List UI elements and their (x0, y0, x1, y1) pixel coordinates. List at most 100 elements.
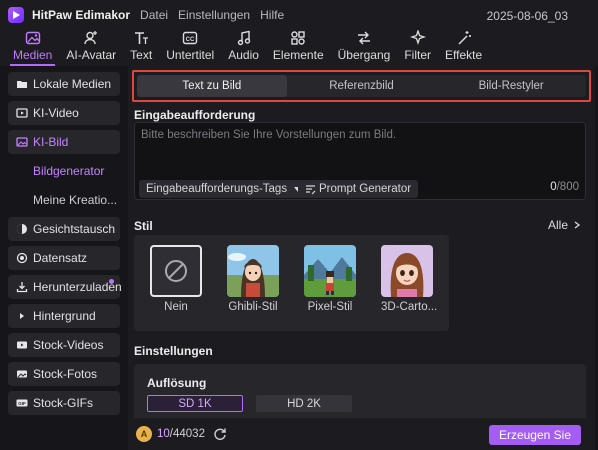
style-option-3d-cartoon[interactable]: 3D-Carto... (381, 245, 438, 313)
sidebar-item-label: KI-Bild (33, 135, 69, 149)
sidebar-item-stock-videos[interactable]: Stock-Videos (8, 333, 120, 357)
video-icon (16, 107, 28, 119)
sidebar-item-label: Stock-GIFs (33, 396, 94, 410)
tab-ai-avatar[interactable]: AI-Avatar (59, 30, 123, 66)
refresh-icon[interactable] (213, 427, 227, 441)
style-options: Nein Ghibli-Stil Pixel-Stil 3D-Carto... (134, 235, 449, 331)
sidebar-item-stock-fotos[interactable]: Stock-Fotos (8, 362, 120, 386)
tab-effekte[interactable]: Effekte (438, 30, 489, 66)
sidebar: Lokale Medien KI-Video KI-Bild Bildgener… (0, 66, 126, 450)
generate-button[interactable]: Erzeugen Sie (488, 425, 581, 445)
tab-medien[interactable]: Medien (6, 30, 59, 66)
elements-icon (291, 31, 305, 45)
tab-bild-restyler[interactable]: Bild-Restyler (436, 75, 586, 97)
title-bar: HitPaw Edimakor Datei Einstellungen Hilf… (0, 0, 598, 30)
style-label: Ghibli-Stil (228, 301, 278, 313)
tab-elemente[interactable]: Elemente (266, 30, 331, 66)
prompt-tags-dropdown[interactable]: Eingabeaufforderungs-Tags (139, 180, 311, 198)
show-all-styles-link[interactable]: Alle (548, 218, 581, 232)
resolution-hd-2k-button[interactable]: HD 2K (256, 395, 352, 412)
tool-label: Audio (228, 48, 259, 62)
tab-filter[interactable]: Filter (397, 30, 438, 66)
tab-text-zu-bild[interactable]: Text zu Bild (137, 75, 287, 97)
tab-audio[interactable]: Audio (221, 30, 266, 66)
no-entry-icon (165, 260, 187, 282)
tool-label: Medien (13, 48, 53, 62)
tab-referenzbild[interactable]: Referenzbild (287, 75, 437, 97)
tab-uebergang[interactable]: Übergang (331, 30, 398, 66)
sidebar-item-gesichtstausch[interactable]: Gesichtstausch (8, 217, 120, 241)
character-max: /800 (556, 181, 579, 193)
resolution-sd-1k-button[interactable]: SD 1K (147, 395, 243, 412)
mode-tabs-highlight: Text zu Bild Referenzbild Bild-Restyler (132, 70, 591, 102)
tab-untertitel[interactable]: CC Untertitel (159, 30, 221, 66)
stock-photo-icon (16, 368, 28, 380)
ghibli-style-thumbnail (227, 245, 279, 297)
style-label: 3D-Carto... (381, 301, 438, 313)
prompt-heading: Eingabeaufforderung (134, 108, 256, 122)
style-label: Nein (164, 301, 188, 313)
image-generator-panel: Text zu Bild Referenzbild Bild-Restyler … (128, 66, 595, 450)
menu-hilfe[interactable]: Hilfe (260, 8, 284, 22)
stock-video-icon (16, 339, 28, 351)
download-icon (16, 281, 28, 293)
app-title: HitPaw Edimakor (32, 8, 131, 22)
image-icon (16, 136, 28, 148)
subtitle-icon: CC (183, 31, 198, 45)
sidebar-item-ki-bild[interactable]: KI-Bild (8, 130, 120, 154)
credits-counter: 10/44032 (157, 428, 205, 440)
style-option-ghibli[interactable]: Ghibli-Stil (227, 245, 279, 313)
folder-icon (16, 78, 28, 90)
gif-icon: GIF (16, 397, 28, 409)
coin-icon: A (136, 426, 152, 442)
svg-text:GIF: GIF (18, 401, 26, 406)
character-counter: 0/800 (550, 181, 579, 193)
tab-text[interactable]: Text (123, 30, 159, 66)
settings-heading: Einstellungen (134, 344, 213, 358)
sidebar-item-meine-kreationen[interactable]: Meine Kreatio... (8, 188, 120, 212)
all-label: Alle (547, 218, 568, 232)
sidebar-item-label: Gesichtstausch (33, 222, 116, 236)
prompt-generator-label: Prompt Generator (319, 183, 412, 195)
sidebar-item-label: KI-Video (33, 106, 79, 120)
app-logo-icon (8, 7, 24, 23)
transition-icon (357, 31, 370, 45)
tool-label: Effekte (445, 48, 483, 62)
sidebar-item-hintergrund[interactable]: Hintergrund (8, 304, 120, 328)
style-option-pixel[interactable]: Pixel-Stil (304, 245, 356, 313)
caret-right-icon (16, 310, 28, 322)
style-label: Pixel-Stil (307, 301, 353, 313)
sidebar-item-ki-video[interactable]: KI-Video (8, 101, 120, 125)
sidebar-item-label: Hintergrund (33, 309, 96, 323)
menu-datei[interactable]: Datei (140, 8, 168, 22)
notification-badge (109, 279, 114, 284)
media-icon (25, 31, 40, 45)
tool-label: Übergang (337, 48, 391, 62)
sidebar-item-label: Datensatz (33, 251, 88, 265)
prompt-generator-button[interactable]: Prompt Generator (298, 180, 419, 198)
main-toolbar: Medien AI-Avatar Text CC Untertitel Audi… (0, 30, 598, 66)
tool-label: AI-Avatar (66, 48, 117, 62)
sidebar-item-bildgenerator[interactable]: Bildgenerator (8, 159, 120, 183)
sidebar-item-lokale-medien[interactable]: Lokale Medien (8, 72, 120, 96)
sidebar-item-label: Lokale Medien (33, 77, 112, 91)
avatar-icon (84, 31, 98, 45)
sidebar-item-stock-gifs[interactable]: GIF Stock-GIFs (8, 391, 120, 415)
style-heading: Stil (134, 219, 153, 233)
audio-icon (237, 30, 250, 46)
dataset-icon (16, 252, 28, 264)
tool-label: Filter (404, 48, 432, 62)
face-swap-icon (16, 223, 28, 235)
bottom-bar: A 10/44032 Erzeugen Sie (128, 418, 595, 450)
menu-einstellungen[interactable]: Einstellungen (178, 8, 250, 22)
sidebar-item-herunterzuladen[interactable]: Herunterzuladen (8, 275, 122, 299)
text-icon (135, 32, 149, 44)
style-option-none[interactable]: Nein (150, 245, 202, 313)
credits-total: /44032 (169, 428, 205, 440)
prompt-textarea[interactable]: Bitte beschreiben Sie Ihre Vorstellungen… (134, 122, 586, 200)
filter-icon (409, 30, 426, 46)
sidebar-item-datensatz[interactable]: Datensatz (8, 246, 120, 270)
tool-label: Untertitel (166, 48, 215, 62)
resolution-label: Auflösung (147, 376, 207, 390)
tool-label: Text (130, 48, 153, 62)
